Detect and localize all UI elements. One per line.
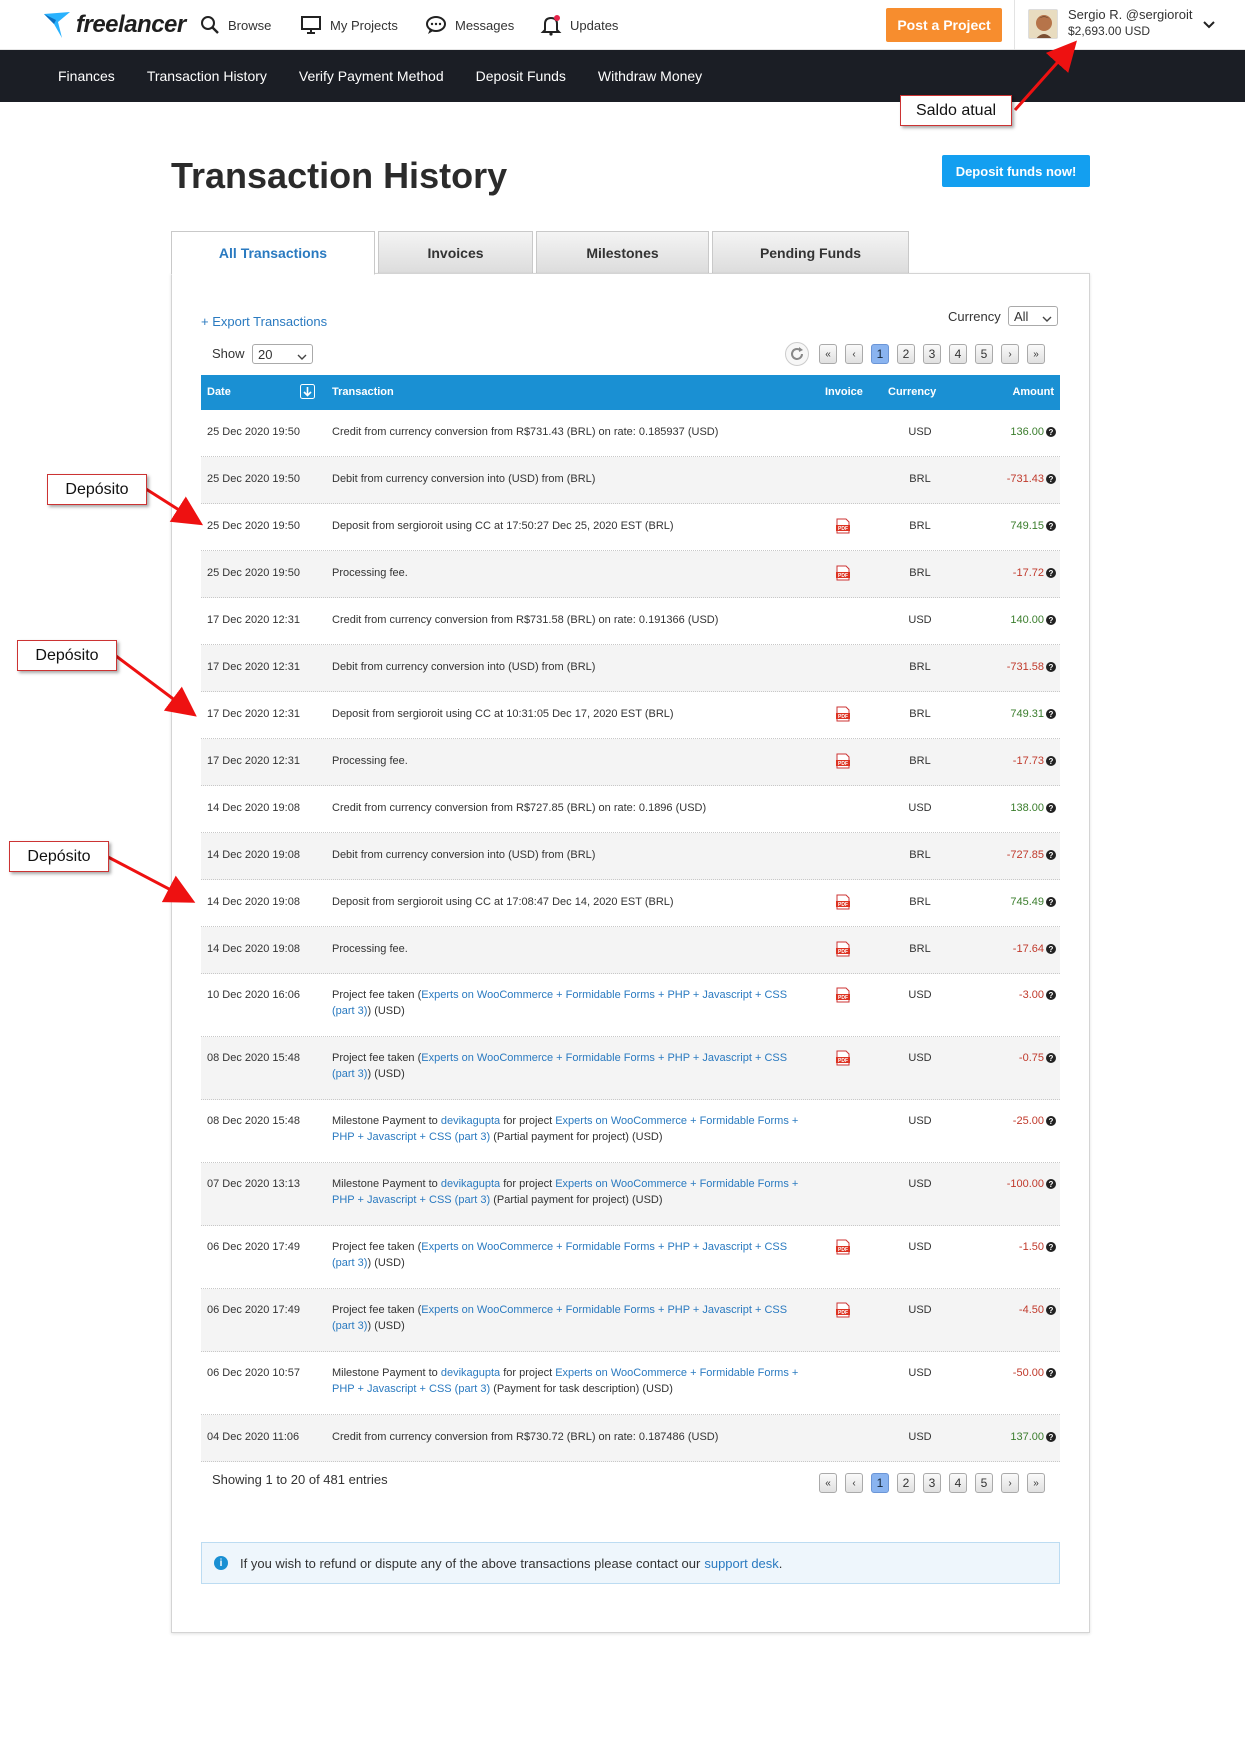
deposit-arrow-1 — [145, 487, 204, 526]
deposit-arrow-3 — [107, 855, 196, 903]
deposit-arrow-2 — [115, 654, 197, 717]
tab-all-transactions[interactable]: All Transactions — [171, 231, 375, 275]
callout-deposit-1: Depósito — [47, 474, 147, 505]
balance-arrow — [1013, 40, 1077, 111]
callout-deposit-2: Depósito — [17, 640, 117, 671]
callout-deposit-3: Depósito — [9, 841, 109, 872]
callout-balance: Saldo atual — [900, 95, 1012, 126]
